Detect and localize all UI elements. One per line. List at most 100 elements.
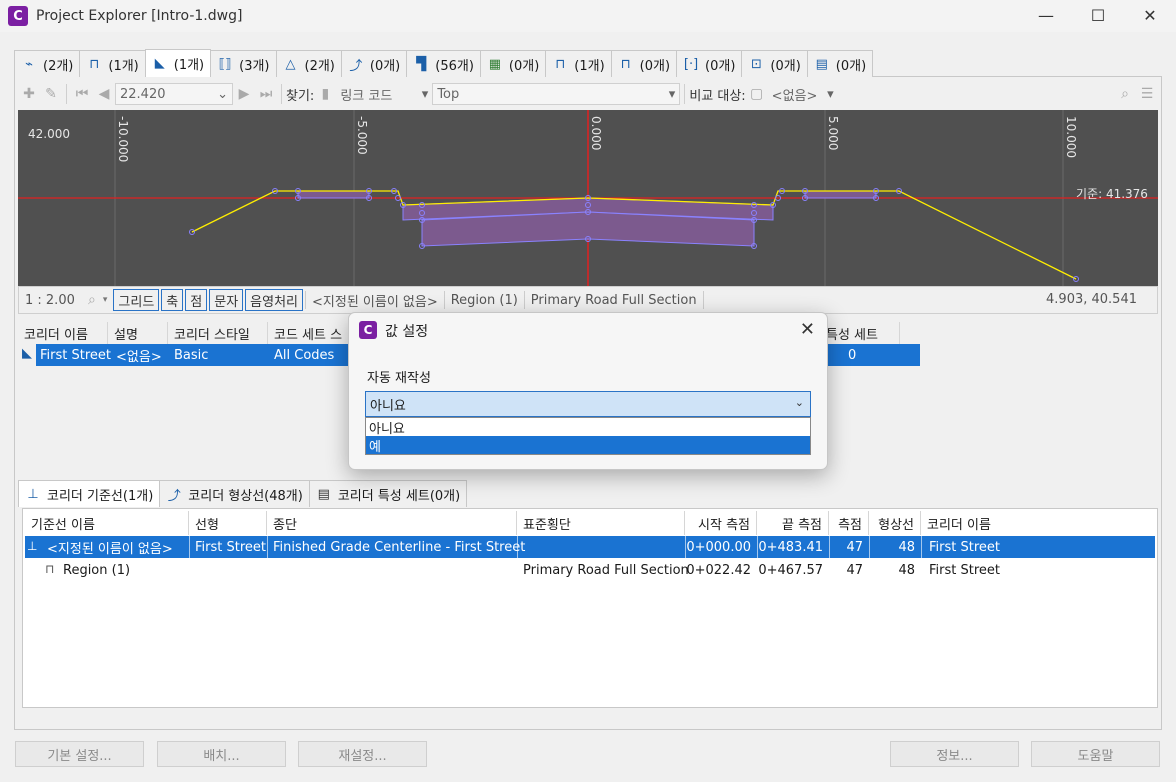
compare-combo[interactable]: <없음> ▾ <box>768 83 838 105</box>
tab-surfaces[interactable]: △ (2개) <box>275 50 342 77</box>
option-no[interactable]: 아니요 <box>366 418 810 437</box>
feature-line-icon: ⤴ <box>167 488 181 504</box>
find-value-combo[interactable]: Top ▾ <box>432 83 681 105</box>
grid-toggle[interactable]: 그리드 <box>113 289 160 311</box>
find-mode-combo[interactable]: 링크 코드 ▾ <box>336 83 432 105</box>
axis-label-5: 5.000 <box>826 116 840 150</box>
column-header[interactable]: 설명 <box>108 322 168 344</box>
stations-cell: 47 <box>846 562 863 578</box>
surface-swatch-icon: ▢ <box>750 86 764 102</box>
tab-feature-lines[interactable]: ⤴ (0개) <box>340 50 408 77</box>
feature-line-icon: ⤴ <box>349 58 363 74</box>
tab-profiles[interactable]: ⊓ (1개) <box>79 50 146 77</box>
property-sets-cell: 0 <box>848 347 857 363</box>
tab-corridor-property-sets[interactable]: ▤ 코리더 특성 세트(0개) <box>308 480 468 507</box>
column-header[interactable]: 시작 측점 <box>685 511 757 535</box>
auto-rebuild-select[interactable]: 아니요 ⌄ <box>365 391 811 417</box>
maximize-button[interactable]: ☐ <box>1072 0 1124 30</box>
point-icon: ▜ <box>416 56 427 72</box>
last-station-icon[interactable]: ⏭ <box>255 84 277 104</box>
close-button[interactable]: ✕ <box>1124 0 1176 30</box>
tab-alignments[interactable]: ⌁ (2개) <box>14 50 81 77</box>
add-region-icon[interactable]: ✚ <box>18 84 40 104</box>
column-header[interactable]: 끝 측점 <box>757 511 829 535</box>
code-set-cell: All Codes <box>274 347 335 363</box>
corridor-icon: ◣ <box>154 56 165 71</box>
arrange-button[interactable]: 배치... <box>157 741 286 767</box>
column-header[interactable]: 코드 세트 스 <box>268 322 352 344</box>
text-toggle[interactable]: 문자 <box>209 289 244 311</box>
tab-assemblies[interactable]: ⟦⟧ (3개) <box>210 50 277 77</box>
cursor-coordinates: 4.903, 40.541 <box>1046 292 1137 307</box>
start-station-cell: 0+000.00 <box>686 539 751 555</box>
column-header[interactable]: 특성 세트 <box>820 322 900 344</box>
region-name-cell[interactable]: Region (1) <box>59 559 130 581</box>
tab-points[interactable]: ▜ (56개) <box>406 50 481 77</box>
region-icon: ⊓ <box>45 562 55 576</box>
column-header[interactable]: 형상선 <box>869 511 921 535</box>
close-icon[interactable]: ✕ <box>800 319 815 340</box>
zoom-icon[interactable]: ⌕ <box>1114 84 1136 104</box>
column-header[interactable]: 코리더 스타일 <box>168 322 268 344</box>
style-cell: Basic <box>174 347 209 363</box>
alignment-icon: ⌁ <box>25 56 33 72</box>
baseline-name-label: <지정된 이름이 없음> <box>312 294 438 310</box>
corridor-name-cell: First Street <box>929 562 1000 578</box>
tab-corridor-baselines[interactable]: ⊥ 코리더 기준선(1개) <box>18 480 161 507</box>
column-header[interactable]: 코리더 이름 <box>921 511 1153 535</box>
region-label: Region (1) <box>450 292 518 308</box>
chevron-down-icon: ⌄ <box>794 396 804 409</box>
defaults-button[interactable]: 기본 설정... <box>15 741 144 767</box>
parcel-icon: ▦ <box>488 56 502 72</box>
intersection-icon: ⊡ <box>750 56 762 72</box>
feature-lines-cell: 48 <box>898 539 915 555</box>
auto-rebuild-label: 자동 재작성 <box>367 371 431 386</box>
info-button[interactable]: 정보... <box>890 741 1019 767</box>
profile-icon: ⊓ <box>89 56 100 72</box>
tab-property-sets[interactable]: ▤ (0개) <box>806 50 874 77</box>
next-station-icon[interactable]: ▶ <box>233 84 255 104</box>
previous-station-icon[interactable]: ◀ <box>93 84 115 104</box>
property-set-icon: ▤ <box>317 486 330 502</box>
surface-icon: △ <box>285 56 296 72</box>
corridor-name-cell: First Street <box>40 347 111 363</box>
shading-toggle[interactable]: 음영처리 <box>245 289 303 311</box>
pipe-network-icon: ⊓ <box>620 56 631 72</box>
tab-corridor-feature-lines[interactable]: ⤴ 코리더 형상선(48개) <box>159 480 310 507</box>
column-header[interactable]: 표준횡단 <box>517 511 685 535</box>
window-title: Project Explorer [Intro-1.dwg] <box>36 8 243 24</box>
section-viewer[interactable]: 42.000 -10.000 -5.000 0.000 5.000 10.000… <box>18 110 1158 286</box>
auto-rebuild-options: 아니요 예 <box>365 417 811 455</box>
profile-cell: Finished Grade Centerline - First Street <box>273 539 526 555</box>
point-toggle[interactable]: 점 <box>185 289 208 311</box>
column-header[interactable]: 기준선 이름 <box>25 511 189 535</box>
tab-intersections[interactable]: ⊡ (0개) <box>741 50 808 77</box>
tab-pipe-networks[interactable]: ⊓ (0개) <box>610 50 678 77</box>
help-button[interactable]: 도움말 <box>1031 741 1160 767</box>
option-yes[interactable]: 예 <box>366 436 810 455</box>
object-type-tabs: ⌁ (2개) ⊓ (1개) ◣ (1개) ⟦⟧ (3개) △ (2개) ⤴ (0개) ▜ (5… <box>14 49 874 77</box>
column-header[interactable]: 종단 <box>267 511 517 535</box>
column-header[interactable]: 선형 <box>189 511 267 535</box>
elevation-label: 42.000 <box>28 127 70 141</box>
column-header[interactable]: 측점 <box>829 511 869 535</box>
zoom-icon[interactable]: ⌕ <box>81 290 103 310</box>
column-header[interactable]: 코리더 이름 <box>18 322 108 344</box>
viewer-toolbar: ✚ ✎ ⏮ ◀ 22.420 ⌄ ▶ ⏭ 찾기: ▮ 링크 코드 ▾ Top ▾ 비교… <box>18 80 1158 108</box>
dropdown-arrow-icon: ▾ <box>668 86 676 102</box>
view-frame-icon: [·] <box>683 56 699 72</box>
tab-corridors[interactable]: ◣ (1개) <box>144 49 212 77</box>
tab-view-frames[interactable]: [·] (0개) <box>676 50 743 77</box>
baseline-icon: ⊥ <box>27 486 39 502</box>
tab-sample-lines[interactable]: ⊓ (1개) <box>545 50 612 77</box>
station-combo[interactable]: 22.420 ⌄ <box>115 83 233 105</box>
description-cell: <없음> <box>116 349 162 365</box>
corridor-name-cell: First Street <box>929 539 1000 555</box>
remove-region-icon[interactable]: ✎ <box>40 84 62 104</box>
view-options-icon[interactable]: ☰ <box>1136 84 1158 104</box>
tab-parcels[interactable]: ▦ (0개) <box>479 50 547 77</box>
axis-toggle[interactable]: 축 <box>161 289 184 311</box>
reset-button[interactable]: 재설정... <box>298 741 427 767</box>
first-station-icon[interactable]: ⏮ <box>71 84 93 104</box>
minimize-button[interactable]: — <box>1020 0 1072 30</box>
